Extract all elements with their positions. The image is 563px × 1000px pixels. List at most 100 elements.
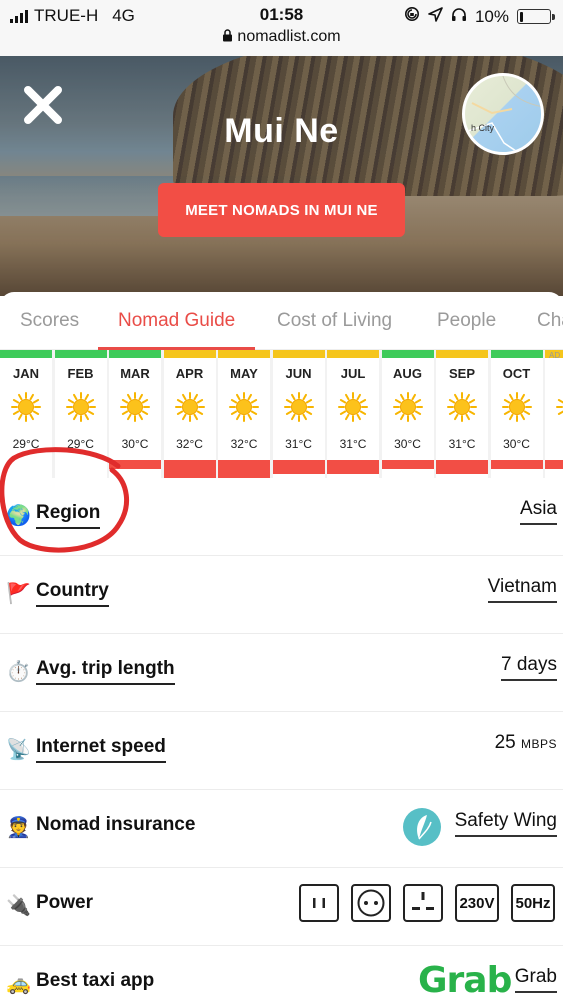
nomad-insurance-label: Nomad insurance xyxy=(36,814,196,835)
plug-type-g-icon[interactable] xyxy=(403,884,443,922)
map-icon xyxy=(465,76,541,152)
month-apr[interactable]: APR 32°C xyxy=(163,350,216,478)
stopwatch-icon: ⏱️ xyxy=(6,661,31,683)
region-row: 🌍 Region Asia xyxy=(0,478,563,556)
month-heat-bar xyxy=(545,460,563,469)
internet-speed-row: 📡 Internet speed 25 MBPS xyxy=(0,712,563,790)
trip-length-label[interactable]: Avg. trip length xyxy=(36,658,175,685)
globe-icon: 🌍 xyxy=(6,505,31,527)
sun-icon xyxy=(392,392,423,422)
month-heat-bar xyxy=(163,460,216,478)
plug-type-a-icon[interactable] xyxy=(299,884,339,922)
sun-icon xyxy=(501,392,532,422)
tab-people[interactable]: People xyxy=(437,292,496,350)
sun-icon xyxy=(174,392,205,422)
meet-nomads-button[interactable]: MEET NOMADS IN MUI NE xyxy=(158,183,405,237)
month-temperature: 30°C xyxy=(394,437,421,451)
month-aug[interactable]: AUG 30°C xyxy=(381,350,434,478)
month-name: MAR xyxy=(120,366,150,381)
headphones-icon xyxy=(451,7,467,27)
month-temperature: 29°C xyxy=(67,437,94,451)
month-name: MAY xyxy=(230,366,258,381)
month-heat-bar xyxy=(272,460,325,474)
month-may[interactable]: MAY 32°C xyxy=(218,350,270,478)
month-score-bar xyxy=(490,350,543,358)
month-jan[interactable]: JAN 29°C xyxy=(0,350,52,478)
country-label[interactable]: Country xyxy=(36,580,109,607)
month-temperature: 31°C xyxy=(285,437,312,451)
sun-icon xyxy=(11,392,41,422)
region-value[interactable]: Asia xyxy=(520,498,557,525)
weather-calendar: JAN 29°C FEB 29°C MAR 30°C APR 32°C MAY 32°C JUN 31… xyxy=(0,350,563,478)
month-n[interactable]: N3 xyxy=(545,350,563,478)
nomad-insurance-row: 👮 Nomad insurance Safety Wing xyxy=(0,790,563,868)
month-name: FEB xyxy=(67,366,94,381)
safety-wing-logo-icon[interactable] xyxy=(403,808,441,846)
tab-chat[interactable]: Cha xyxy=(537,292,563,350)
power-plug-types: 230V 50Hz xyxy=(299,884,555,922)
month-temperature: 3 xyxy=(545,437,563,451)
taxi-app-label: Best taxi app xyxy=(36,970,155,991)
month-score-bar xyxy=(218,350,270,358)
battery-percent: 10% xyxy=(474,6,509,26)
region-label[interactable]: Region xyxy=(36,502,101,529)
sun-icon xyxy=(556,399,563,415)
month-score-bar xyxy=(272,350,325,358)
country-value[interactable]: Vietnam xyxy=(487,576,557,603)
month-score-bar xyxy=(109,350,161,358)
month-name: APR xyxy=(175,366,204,381)
tab-cost-of-living[interactable]: Cost of Living xyxy=(277,292,392,350)
map-thumbnail[interactable]: h City xyxy=(462,73,544,155)
sun-icon xyxy=(65,392,96,422)
month-heat-bar xyxy=(436,460,488,474)
month-sep[interactable]: SEP 31°C xyxy=(436,350,488,478)
status-bar: TRUE-H 4G 01:58 nomadlist.com 10% xyxy=(0,0,563,56)
country-row: 🚩 Country Vietnam xyxy=(0,556,563,634)
power-row: 🔌 Power 230V 50Hz xyxy=(0,868,563,946)
month-temperature: 32°C xyxy=(176,437,203,451)
month-heat-bar xyxy=(381,460,434,469)
month-jun[interactable]: JUN 31°C xyxy=(272,350,325,478)
month-heat-bar xyxy=(327,460,379,474)
month-score-bar xyxy=(381,350,434,358)
flag-icon: 🚩 xyxy=(6,583,31,605)
tab-nomad-guide[interactable]: Nomad Guide xyxy=(97,292,256,350)
internet-speed-label[interactable]: Internet speed xyxy=(36,736,166,763)
sun-icon xyxy=(338,392,368,422)
taxi-icon: 🚕 xyxy=(6,973,31,995)
internet-speed-unit: MBPS xyxy=(520,737,557,751)
month-temperature: 31°C xyxy=(339,437,367,451)
trip-length-value[interactable]: 7 days xyxy=(501,654,557,681)
internet-speed-number: 25 xyxy=(494,732,516,753)
taxi-app-value[interactable]: Grab xyxy=(514,966,557,993)
internet-speed-value: 25 MBPS xyxy=(495,732,557,757)
tab-scores[interactable]: Scores xyxy=(20,292,79,350)
month-temperature: 30°C xyxy=(121,437,149,451)
url-text: nomadlist.com xyxy=(237,28,341,45)
month-temperature: 30°C xyxy=(503,437,530,451)
month-feb[interactable]: FEB 29°C xyxy=(54,350,107,478)
sun-icon xyxy=(447,392,477,422)
police-officer-icon: 👮 xyxy=(6,817,31,839)
month-oct[interactable]: OCT 30°C xyxy=(490,350,543,478)
month-score-bar xyxy=(163,350,216,358)
sun-icon xyxy=(120,392,150,422)
trip-length-row: ⏱️ Avg. trip length 7 days xyxy=(0,634,563,712)
month-score-bar xyxy=(436,350,488,358)
month-name: SEP xyxy=(448,366,475,381)
grab-logo[interactable]: Grab xyxy=(418,960,512,1000)
month-mar[interactable]: MAR 30°C xyxy=(109,350,161,478)
month-name: N xyxy=(545,366,563,381)
month-name: JAN xyxy=(12,366,39,381)
plug-type-c-icon[interactable] xyxy=(351,884,391,922)
month-jul[interactable]: JUL 31°C xyxy=(327,350,379,478)
month-temperature: 29°C xyxy=(12,437,40,451)
nomad-insurance-value[interactable]: Safety Wing xyxy=(454,810,557,837)
power-label: Power xyxy=(36,892,94,913)
month-temperature: 32°C xyxy=(230,437,258,451)
battery-icon xyxy=(517,9,555,24)
address-bar[interactable]: nomadlist.com xyxy=(0,28,563,47)
location-icon xyxy=(428,6,443,27)
month-name: AUG xyxy=(393,366,422,381)
city-card: Scores Nomad Guide Cost of Living People… xyxy=(0,292,563,1000)
